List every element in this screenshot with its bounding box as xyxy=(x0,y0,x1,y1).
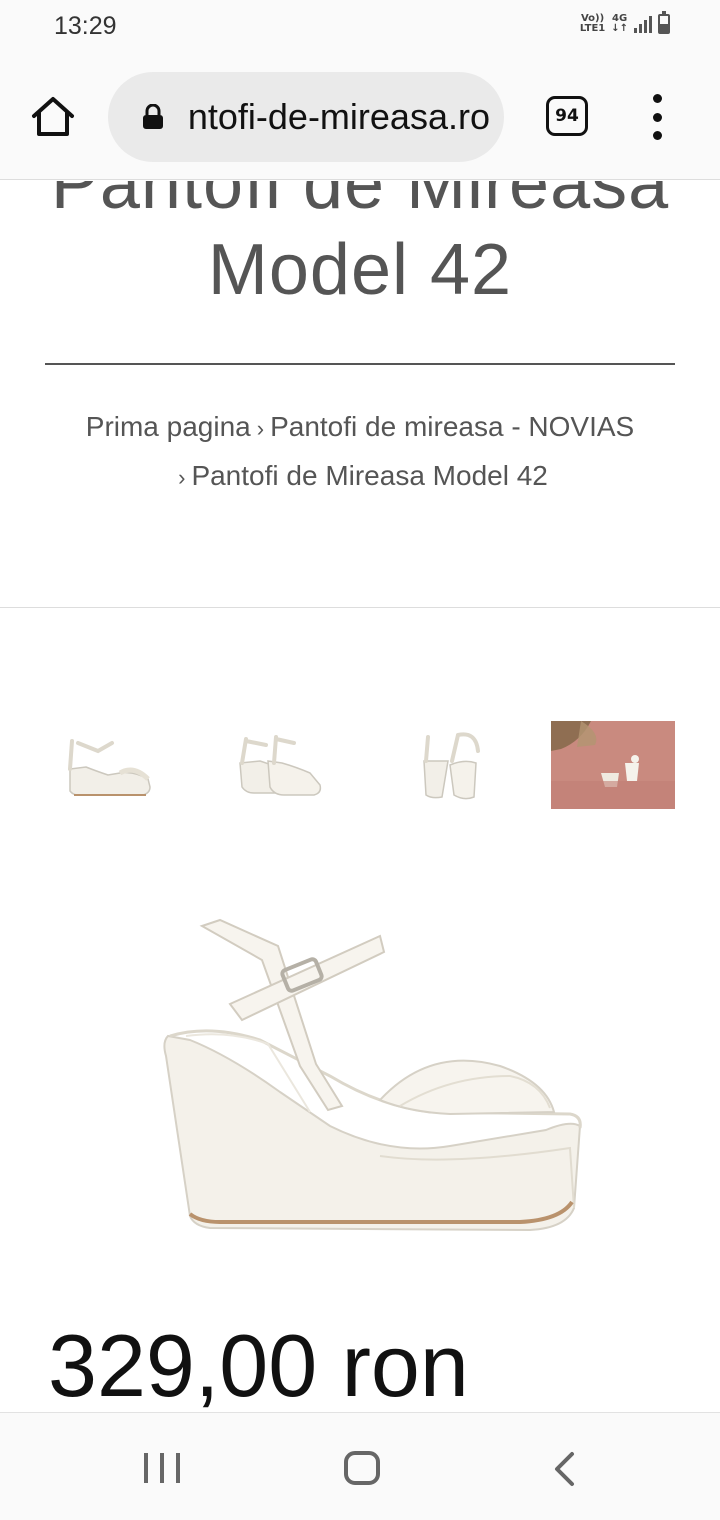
tab-switcher-button[interactable]: 94 xyxy=(546,96,588,136)
address-bar[interactable]: pantofi-de-mireasa.ro xyxy=(108,72,504,162)
status-bar: 13:29 Vo)) LTE1 4G ↓↑ xyxy=(0,0,720,56)
page-content: Pantofi de Mireasa Model 42 Prima pagina… xyxy=(0,181,720,1412)
lock-icon xyxy=(142,103,164,130)
page-title: Pantofi de Mireasa Model 42 xyxy=(50,181,670,310)
url-text[interactable]: pantofi-de-mireasa.ro xyxy=(190,96,490,138)
breadcrumb-home-link[interactable]: Prima pagina xyxy=(86,411,251,442)
status-icons: Vo)) LTE1 4G ↓↑ xyxy=(579,11,670,34)
title-divider xyxy=(45,363,675,365)
product-price: 329,00 ron xyxy=(48,1316,469,1412)
status-time: 13:29 xyxy=(54,12,117,40)
recent-apps-icon[interactable] xyxy=(144,1453,180,1483)
back-icon[interactable] xyxy=(552,1451,578,1487)
product-thumbnail-4[interactable] xyxy=(551,721,675,809)
network-type-indicator: 4G ↓↑ xyxy=(611,13,628,34)
product-main-image[interactable] xyxy=(150,916,590,1256)
breadcrumb-current: Pantofi de Mireasa Model 42 xyxy=(191,460,548,491)
product-thumbnail-2[interactable] xyxy=(222,721,346,809)
section-divider xyxy=(0,607,720,608)
home-icon[interactable] xyxy=(30,94,76,140)
breadcrumb-category-link[interactable]: Pantofi de mireasa - NOVIAS xyxy=(270,411,634,442)
breadcrumb-separator: › xyxy=(256,416,265,441)
home-circle-icon[interactable] xyxy=(344,1451,380,1485)
breadcrumb-separator: › xyxy=(178,465,186,490)
browser-toolbar: pantofi-de-mireasa.ro 94 xyxy=(0,56,720,180)
breadcrumb: Prima pagina › Pantofi de mireasa - NOVIAS… xyxy=(60,403,660,501)
product-thumbnail-3[interactable] xyxy=(396,721,520,809)
battery-icon xyxy=(658,11,670,34)
product-thumbnail-1[interactable] xyxy=(48,721,172,809)
signal-icon xyxy=(634,15,652,33)
volte-indicator: Vo)) LTE1 xyxy=(579,13,606,34)
battery-level xyxy=(660,24,668,32)
more-vert-icon[interactable] xyxy=(646,94,668,140)
system-nav-bar xyxy=(0,1412,720,1520)
